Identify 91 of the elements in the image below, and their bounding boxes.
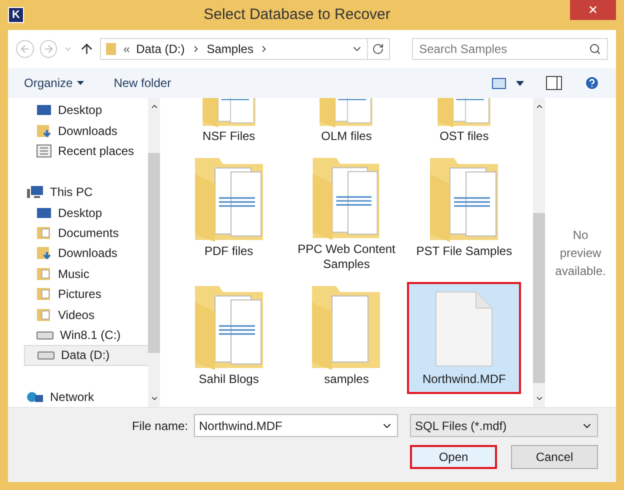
scroll-down-icon[interactable] [150,394,158,403]
folder-icon [36,266,52,281]
file-type-dropdown[interactable]: SQL Files (*.mdf) [410,414,598,437]
refresh-icon [372,43,384,55]
help-icon[interactable] [584,75,600,91]
search-icon [588,43,601,55]
view-picture-icon[interactable] [492,78,506,88]
nav-item[interactable]: Desktop [36,202,148,223]
drive-icon [37,350,55,360]
folder-icon [36,226,52,240]
address-bar[interactable]: « Data (D:) Samples [100,38,368,60]
nav-label: Downloads [58,245,118,262]
window-title: Select Database to Recover [202,4,392,25]
open-button[interactable]: Open [410,445,497,469]
preview-message: No preview available. [554,226,607,280]
up-icon[interactable] [78,41,94,57]
nav-label: This PC [50,184,93,202]
computer-icon [26,185,44,200]
nav-label: Pictures [58,286,102,304]
item-label: OLM files [320,129,373,144]
close-button[interactable]: ✕ [570,0,616,20]
file-name-input[interactable]: Northwind.MDF [199,416,381,434]
item-label: Sahil Blogs [198,372,260,387]
new-folder-button[interactable]: New folder [114,74,172,92]
file-name-field[interactable]: Northwind.MDF [194,414,398,437]
nav-label: Music [58,266,90,283]
item-label: samples [323,372,370,387]
file-item[interactable]: PDF files [172,154,286,276]
nav-label: Network [50,388,94,406]
nav-item[interactable]: Recent places [36,140,148,162]
file-item[interactable]: samples [290,282,404,394]
scroll-up-icon[interactable] [150,102,158,111]
nav-item[interactable]: Network [26,386,148,407]
file-item[interactable]: OST files [407,98,521,148]
folder-icon [105,42,118,56]
download-folder-icon [36,246,52,260]
app-logo: K [8,7,24,23]
item-label: NSF Files [201,129,256,144]
nav-item[interactable]: Win8.1 (C:) [36,324,148,346]
drive-icon [36,330,54,340]
caret-icon[interactable] [516,80,524,86]
scroll-down-icon[interactable] [534,394,544,403]
monitor-icon [36,103,52,118]
nav-item[interactable]: This PC [26,182,148,202]
file-name-label: File name: [132,418,188,434]
download-folder-icon [36,124,52,138]
item-label: PDF files [203,244,254,259]
scroll-up-icon[interactable] [534,102,544,111]
file-item[interactable]: PPC Web Content Samples [290,154,404,276]
caret-icon [76,81,84,85]
search-input[interactable]: Search Samples [419,40,589,58]
breadcrumb[interactable]: Samples [206,40,254,58]
nav-label: Recent places [58,142,134,160]
monitor-icon [36,206,52,220]
scrollbar[interactable] [148,98,160,407]
nav-label: Desktop [58,204,102,222]
nav-item[interactable]: Downloads [36,120,148,141]
file-item[interactable]: Sahil Blogs [172,282,286,394]
file-item[interactable]: OLM files [290,98,404,148]
nav-item[interactable]: Desktop [36,100,148,120]
item-label: OST files [438,129,490,144]
nav-label: Win8.1 (C:) [60,326,121,344]
nav-item[interactable]: Pictures [36,284,148,304]
folder-icon [36,308,52,322]
cancel-button[interactable]: Cancel [511,445,598,469]
breadcrumb[interactable]: Data (D:) [136,40,185,58]
item-label: Northwind.MDF [421,372,507,387]
nav-label: Documents [58,225,119,242]
item-label: PPC Web Content Samples [296,242,396,272]
organize-menu[interactable]: Organize [24,74,84,92]
nav-item[interactable]: Videos [36,304,148,325]
nav-label: Desktop [58,102,102,120]
network-icon [26,390,44,404]
file-item[interactable]: PST File Samples [407,154,521,276]
item-label: PST File Samples [415,244,514,259]
preview-pane-icon[interactable] [546,76,562,90]
folder-icon [36,287,52,302]
nav-item[interactable]: Documents [36,222,148,244]
file-icon [434,290,494,368]
recent-places-icon [36,144,52,158]
nav-label: Downloads [58,122,118,140]
nav-item[interactable]: Music [36,264,148,284]
nav-label: Data (D:) [61,347,110,364]
search-field[interactable]: Search Samples [412,38,608,60]
file-item[interactable]: NSF Files [172,98,286,148]
overflow-marker: « [123,41,130,58]
file-item[interactable]: Northwind.MDF [407,282,521,394]
nav-item[interactable]: Downloads [36,243,148,264]
scrollbar[interactable] [533,98,545,407]
nav-label: Videos [58,306,94,324]
refresh-button[interactable] [366,38,390,60]
